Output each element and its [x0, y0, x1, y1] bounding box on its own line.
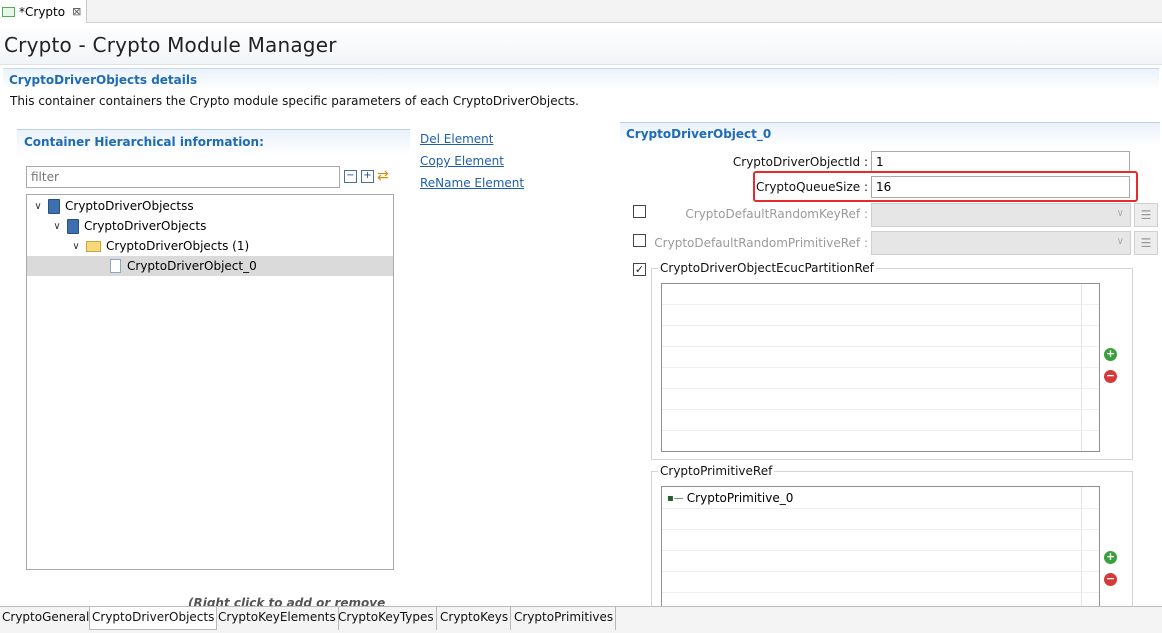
tree-item-cryptodriverobjects-folder[interactable]: ∨ CryptoDriverObjects (1) — [27, 236, 393, 256]
del-element-link[interactable]: Del Element — [420, 132, 493, 146]
primitive-ref-label: CryptoPrimitiveRef — [658, 464, 775, 478]
bottom-tab-bar: CryptoGeneral CryptoDriverObjects Crypto… — [0, 606, 1162, 633]
object-id-field[interactable]: 1 — [871, 151, 1130, 173]
chevron-down-icon: ∨ — [1116, 236, 1124, 247]
file-icon — [110, 259, 121, 273]
editor-tab-strip: *Crypto ⊠ — [0, 0, 1162, 23]
random-key-ref-label: CryptoDefaultRandomKeyRef : — [685, 207, 868, 221]
random-key-ref-checkbox[interactable] — [633, 205, 646, 218]
close-icon[interactable]: ⊠ — [72, 5, 81, 18]
tab-crypto-key-types[interactable]: CryptoKeyTypes — [336, 607, 437, 630]
filter-input[interactable] — [26, 166, 340, 188]
panel-title: Container Hierarchical information: — [24, 135, 264, 149]
editor-tab-label: *Crypto — [19, 4, 66, 19]
object-detail-header: CryptoDriverObject_0 — [620, 122, 1160, 146]
expand-chevron-icon[interactable]: ∨ — [31, 201, 45, 212]
remove-icon[interactable]: − — [1104, 370, 1117, 383]
tab-crypto-keys[interactable]: CryptoKeys — [438, 607, 512, 630]
primitive-ref-list[interactable]: ▪— CryptoPrimitive_0 — [661, 486, 1100, 616]
highlight-box — [753, 171, 1138, 202]
tree-item-cryptodriverobject-0[interactable]: CryptoDriverObject_0 — [27, 256, 393, 276]
details-title: CryptoDriverObjects details — [9, 73, 198, 87]
tab-crypto-driver-objects[interactable]: CryptoDriverObjects — [89, 607, 218, 630]
random-primitive-ref-label: CryptoDefaultRandomPrimitiveRef : — [654, 236, 868, 250]
container-hierarchy-panel: Container Hierarchical information: − + … — [17, 129, 410, 624]
hierarchy-tree[interactable]: ∨ CryptoDriverObjectss ∨ CryptoDriverObj… — [26, 194, 394, 570]
object-id-label: CryptoDriverObjectId : — [732, 155, 868, 169]
page-header: Crypto - Crypto Module Manager — [0, 23, 1162, 65]
module-icon — [67, 218, 79, 234]
collapse-all-icon[interactable]: − — [344, 170, 357, 183]
object-detail-title: CryptoDriverObject_0 — [626, 127, 772, 141]
primitive-item-label: CryptoPrimitive_0 — [686, 491, 794, 505]
copy-element-link[interactable]: Copy Element — [420, 154, 504, 168]
expand-all-icon[interactable]: + — [361, 170, 374, 183]
ecuc-partition-ref-checkbox[interactable]: ✓ — [633, 263, 646, 276]
expand-chevron-icon[interactable]: ∨ — [69, 241, 83, 252]
ecuc-partition-ref-label: CryptoDriverObjectEcucPartitionRef — [658, 261, 876, 275]
expand-chevron-icon[interactable]: ∨ — [50, 221, 64, 232]
details-section-header: CryptoDriverObjects details — [3, 68, 1159, 90]
tree-item-label: CryptoDriverObjectss — [65, 199, 194, 213]
editor-tab-crypto[interactable]: *Crypto ⊠ — [0, 0, 87, 23]
list-icon[interactable]: ☰ — [1134, 203, 1158, 227]
tab-crypto-primitives[interactable]: CryptoPrimitives — [512, 607, 617, 630]
reference-icon: ▪— — [667, 492, 684, 504]
ecuc-partition-ref-list[interactable] — [661, 283, 1100, 452]
add-icon[interactable]: + — [1104, 348, 1117, 361]
tree-item-cryptodriverobjects[interactable]: ∨ CryptoDriverObjects — [27, 216, 393, 236]
details-description: This container containers the Crypto mod… — [10, 94, 579, 108]
tree-item-label: CryptoDriverObject_0 — [127, 259, 257, 273]
tree-item-label: CryptoDriverObjects — [84, 219, 207, 233]
tab-crypto-general[interactable]: CryptoGeneral — [0, 607, 93, 630]
random-key-ref-select[interactable]: ∨ — [871, 203, 1131, 227]
random-primitive-ref-checkbox[interactable] — [633, 234, 646, 247]
tree-item-label: CryptoDriverObjects (1) — [106, 239, 250, 253]
module-icon — [48, 198, 60, 214]
add-icon[interactable]: + — [1104, 551, 1117, 564]
tab-crypto-key-elements[interactable]: CryptoKeyElements — [216, 607, 339, 630]
page-title: Crypto - Crypto Module Manager — [4, 33, 337, 57]
random-primitive-ref-select[interactable]: ∨ — [871, 231, 1131, 255]
editor-file-icon — [2, 6, 15, 17]
list-item[interactable]: ▪— CryptoPrimitive_0 — [667, 491, 793, 505]
remove-icon[interactable]: − — [1104, 573, 1117, 586]
rename-element-link[interactable]: ReName Element — [420, 176, 524, 190]
folder-icon — [86, 240, 101, 252]
primitive-ref-group: ▪— CryptoPrimitive_0 — [651, 471, 1133, 616]
ecuc-partition-ref-group — [651, 268, 1133, 460]
panel-header: Container Hierarchical information: — [17, 129, 410, 155]
chevron-down-icon: ∨ — [1116, 208, 1124, 219]
list-icon[interactable]: ☰ — [1134, 231, 1158, 255]
tree-item-cryptodriverobjectss[interactable]: ∨ CryptoDriverObjectss — [27, 196, 393, 216]
sync-icon[interactable]: ⇄ — [377, 168, 389, 184]
